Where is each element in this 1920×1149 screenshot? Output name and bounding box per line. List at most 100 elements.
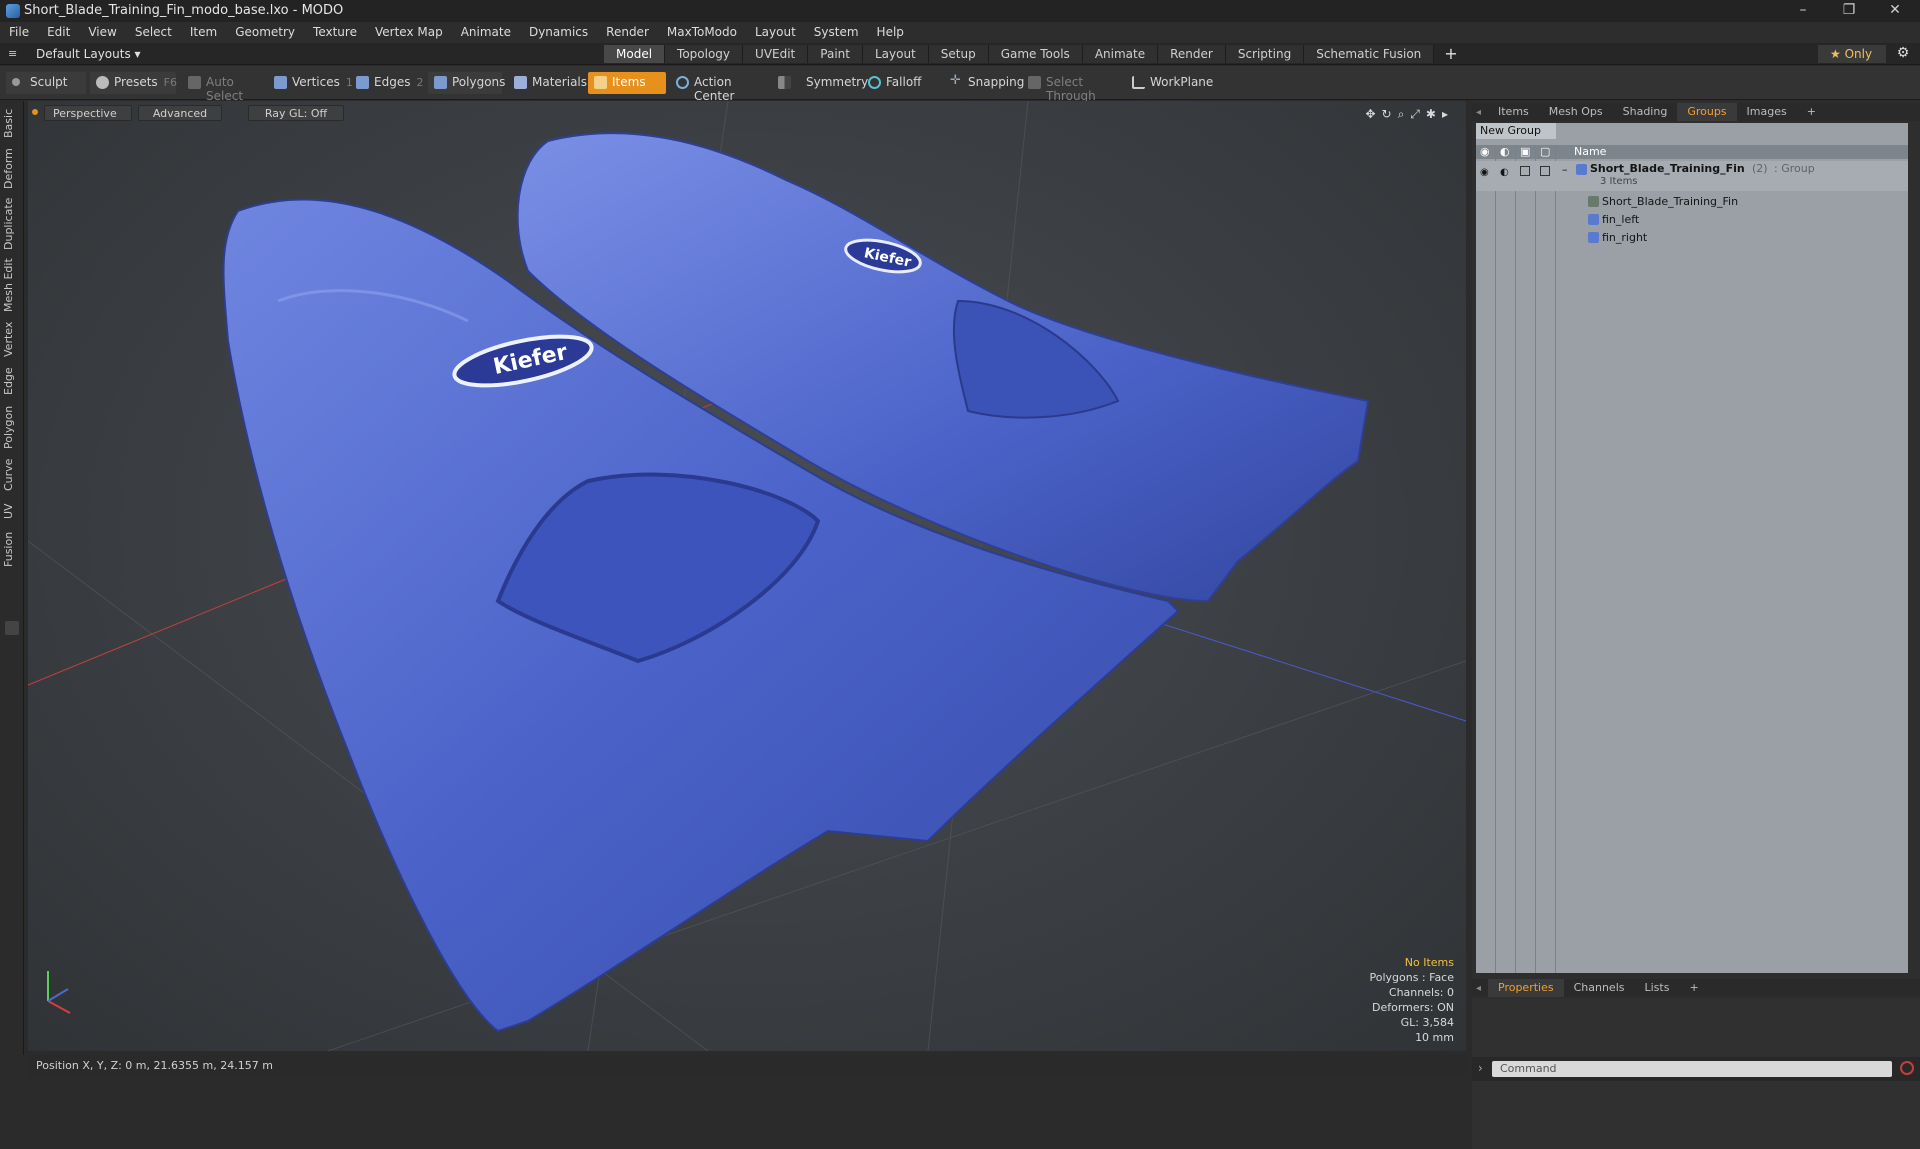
falloff-button[interactable]: Falloff <box>862 72 940 94</box>
tab-layout[interactable]: Layout <box>862 45 929 63</box>
only-toggle[interactable]: ★ Only <box>1818 45 1886 63</box>
tab-channels[interactable]: Channels <box>1564 979 1635 997</box>
viewport-scene: Kiefer Kiefer <box>28 101 1466 1051</box>
sculpt-button[interactable]: Sculpt <box>6 72 86 94</box>
add-panel-tab-button[interactable]: + <box>1797 103 1826 121</box>
vtab-duplicate[interactable]: Duplicate <box>2 197 22 251</box>
vtab-vertex[interactable]: Vertex <box>2 319 22 359</box>
tab-model[interactable]: Model <box>604 45 666 63</box>
tab-mesh-ops[interactable]: Mesh Ops <box>1539 103 1613 121</box>
select-through-button[interactable]: Select Through <box>1022 72 1122 103</box>
tab-images[interactable]: Images <box>1737 103 1797 121</box>
auto-select-button[interactable]: Auto Select <box>182 72 266 103</box>
bottom-panel-menu-icon[interactable]: ◂ <box>1472 983 1488 994</box>
menu-help[interactable]: Help <box>868 22 913 39</box>
menu-dynamics[interactable]: Dynamics <box>520 22 597 39</box>
menu-vertex-map[interactable]: Vertex Map <box>366 22 452 39</box>
group-render-icon[interactable]: ◐ <box>1500 167 1509 178</box>
command-input[interactable]: Command <box>1492 1061 1892 1077</box>
action-center-label: Action Center <box>694 75 735 103</box>
tab-groups[interactable]: Groups <box>1677 103 1737 121</box>
group-collapse-icon[interactable]: – <box>1562 163 1568 176</box>
tab-properties[interactable]: Properties <box>1488 979 1564 997</box>
render-column <box>1496 145 1516 973</box>
rotate-icon[interactable]: ↻ <box>1382 107 1392 122</box>
group-eye-icon[interactable]: ◉ <box>1480 167 1489 178</box>
vtab-curve[interactable]: Curve <box>2 457 22 493</box>
menu-item[interactable]: Item <box>181 22 226 39</box>
3d-viewport[interactable]: Kiefer Kiefer Perspective Advanced Ray G… <box>28 101 1466 1051</box>
group-lock-checkbox[interactable] <box>1520 166 1530 176</box>
menu-file[interactable]: File <box>0 22 38 39</box>
settings-icon[interactable]: ✱ <box>1426 107 1436 122</box>
vtab-fusion[interactable]: Fusion <box>2 529 22 569</box>
vtab-mesh-edit[interactable]: Mesh Edit <box>2 257 22 313</box>
add-bottom-tab-button[interactable]: + <box>1679 979 1708 997</box>
materials-button[interactable]: Materials <box>508 72 587 94</box>
shading-mode-button[interactable]: Advanced <box>138 105 222 121</box>
tab-lists[interactable]: Lists <box>1635 979 1680 997</box>
menu-select[interactable]: Select <box>126 22 181 39</box>
view-mode-button[interactable]: Perspective <box>44 105 132 121</box>
group-row[interactable]: ◉ ◐ – Short_Blade_Training_Fin (2) : Gro… <box>1476 161 1908 191</box>
edges-button[interactable]: Edges 2 <box>350 72 430 94</box>
tab-topology[interactable]: Topology <box>665 45 744 63</box>
vtab-polygon[interactable]: Polygon <box>2 403 22 451</box>
tab-shading[interactable]: Shading <box>1613 103 1678 121</box>
tab-uvedit[interactable]: UVEdit <box>743 45 809 63</box>
group-icon <box>1576 164 1587 175</box>
tree-row-fin-left[interactable]: fin_left <box>1476 211 1908 228</box>
workplane-label: WorkPlane <box>1150 75 1214 89</box>
menu-animate[interactable]: Animate <box>452 22 520 39</box>
vtab-uv[interactable]: UV <box>2 499 22 523</box>
vtab-deform[interactable]: Deform <box>2 147 22 191</box>
vtab-basic[interactable]: Basic <box>2 105 22 141</box>
fit-icon[interactable]: ⤢ <box>1410 107 1420 122</box>
action-center-button[interactable]: Action Center <box>670 72 768 103</box>
tab-setup[interactable]: Setup <box>928 45 989 63</box>
snapping-button[interactable]: ✛ Snapping <box>944 72 1024 94</box>
menu-view[interactable]: View <box>79 22 125 39</box>
column-name-label: Name <box>1574 145 1607 158</box>
presets-button[interactable]: Presets F6 <box>90 72 177 94</box>
tab-render[interactable]: Render <box>1158 45 1226 63</box>
minimize-button[interactable]: – <box>1780 0 1826 22</box>
panel-menu-icon[interactable]: ◂ <box>1472 107 1488 118</box>
menu-layout[interactable]: Layout <box>746 22 805 39</box>
tab-game-tools[interactable]: Game Tools <box>988 45 1083 63</box>
menu-edit[interactable]: Edit <box>38 22 79 39</box>
tab-paint[interactable]: Paint <box>808 45 863 63</box>
group-item-count: 3 Items <box>1600 176 1638 187</box>
items-button[interactable]: Items <box>588 72 666 94</box>
expand-icon[interactable]: ▸ <box>1442 107 1448 122</box>
polygons-button[interactable]: Polygons <box>428 72 505 94</box>
close-button[interactable]: ✕ <box>1872 0 1918 22</box>
group-select-checkbox[interactable] <box>1540 166 1550 176</box>
menu-maxtomodo[interactable]: MaxToModo <box>658 22 746 39</box>
tree-row-locator[interactable]: Short_Blade_Training_Fin <box>1476 193 1908 210</box>
vertices-button[interactable]: Vertices 1 <box>268 72 353 94</box>
toggle-panel-icon[interactable] <box>5 621 19 635</box>
menu-texture[interactable]: Texture <box>304 22 366 39</box>
menu-render[interactable]: Render <box>597 22 658 39</box>
pan-icon[interactable]: ✥ <box>1365 107 1375 122</box>
workplane-button[interactable]: WorkPlane <box>1126 72 1213 94</box>
maximize-button[interactable]: ❐ <box>1826 0 1872 22</box>
tab-animate[interactable]: Animate <box>1082 45 1159 63</box>
zoom-icon[interactable]: ⌕ <box>1398 107 1405 122</box>
tab-items[interactable]: Items <box>1488 103 1539 121</box>
menu-system[interactable]: System <box>805 22 868 39</box>
tab-scripting[interactable]: Scripting <box>1225 45 1305 63</box>
layout-selector[interactable]: Default Layouts ▾ <box>14 45 149 63</box>
add-tab-button[interactable]: + <box>1434 45 1467 63</box>
vtab-edge[interactable]: Edge <box>2 365 22 397</box>
gear-icon[interactable]: ⚙ <box>1892 45 1914 63</box>
symmetry-button[interactable]: Symmetry <box>772 72 868 94</box>
raygl-toggle[interactable]: Ray GL: Off <box>248 105 344 121</box>
tree-label-locator: Short_Blade_Training_Fin <box>1602 195 1739 208</box>
new-group-button[interactable]: New Group <box>1476 123 1556 139</box>
command-stop-icon[interactable] <box>1900 1061 1914 1075</box>
tree-row-fin-right[interactable]: fin_right <box>1476 229 1908 246</box>
menu-geometry[interactable]: Geometry <box>226 22 304 39</box>
tab-schematic-fusion[interactable]: Schematic Fusion <box>1304 45 1435 63</box>
